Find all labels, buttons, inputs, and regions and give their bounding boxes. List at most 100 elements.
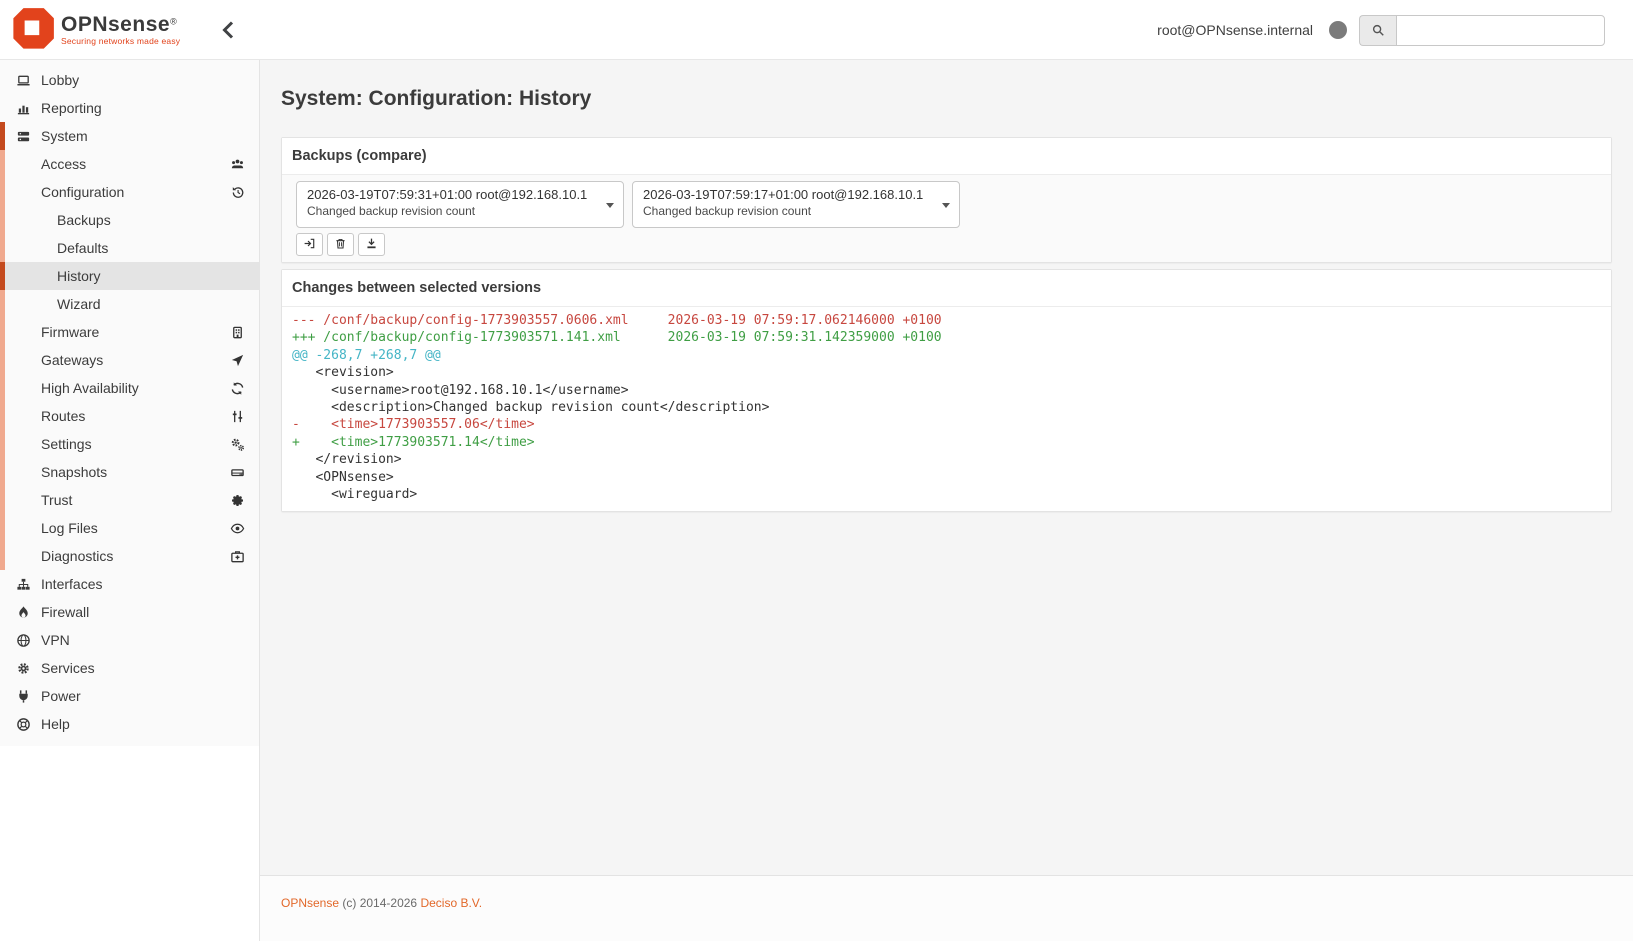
diff-line: + <time>1773903571.14</time>	[292, 434, 1601, 451]
deciso-footer-link[interactable]: Deciso B.V.	[420, 896, 482, 910]
sidebar-item-label: History	[57, 268, 101, 284]
users-icon	[230, 157, 245, 172]
gear-icon	[14, 661, 32, 676]
backup-a-timestamp: 2026-03-19T07:59:31+01:00 root@192.168.1…	[307, 187, 599, 202]
top-header: OPNsense® Securing networks made easy ro…	[0, 0, 1633, 60]
sidebar-item-reporting[interactable]: Reporting	[0, 94, 259, 122]
backup-b-timestamp: 2026-03-19T07:59:17+01:00 root@192.168.1…	[643, 187, 935, 202]
opnsense-logo-icon	[10, 7, 55, 52]
diff-line: <description>Changed backup revision cou…	[292, 399, 1601, 416]
brand-name: OPNsense	[61, 13, 170, 36]
sidebar-item-label: Diagnostics	[41, 548, 113, 564]
plug-icon	[14, 689, 32, 704]
sidebar-item-label: Firmware	[41, 324, 99, 340]
refresh-icon	[230, 381, 245, 396]
globe-icon	[14, 633, 32, 648]
diff-output: --- /conf/backup/config-1773903557.0606.…	[282, 307, 1611, 511]
opnsense-footer-link[interactable]: OPNsense	[281, 896, 339, 910]
sidebar-item-lobby[interactable]: Lobby	[0, 66, 259, 94]
search-box	[1359, 15, 1605, 46]
copyright-text: (c) 2014-2026	[342, 896, 417, 910]
sidebar-item-label: System	[41, 128, 88, 144]
sidebar-item-trust[interactable]: Trust	[0, 486, 259, 514]
registered-mark: ®	[170, 16, 177, 26]
search-input[interactable]	[1396, 15, 1605, 46]
backup-b-description: Changed backup revision count	[643, 204, 935, 218]
laptop-icon	[14, 73, 32, 88]
certificate-icon	[230, 493, 245, 508]
server-icon	[14, 129, 32, 144]
sidebar-item-high-availability[interactable]: High Availability	[0, 374, 259, 402]
sidebar-item-wizard[interactable]: Wizard	[0, 290, 259, 318]
chevron-down-icon	[606, 203, 614, 208]
download-backup-button[interactable]	[358, 233, 385, 256]
status-dot-icon[interactable]	[1329, 21, 1347, 39]
diff-line: <username>root@192.168.10.1</username>	[292, 382, 1601, 399]
sidebar-item-diagnostics[interactable]: Diagnostics	[0, 542, 259, 570]
chart-icon	[14, 101, 32, 116]
medkit-icon	[230, 549, 245, 564]
sidebar-item-gateways[interactable]: Gateways	[0, 346, 259, 374]
sidebar-item-label: Defaults	[57, 240, 108, 256]
backup-select-b[interactable]: 2026-03-19T07:59:17+01:00 root@192.168.1…	[632, 181, 960, 228]
page-title: System: Configuration: History	[281, 60, 1612, 137]
sidebar-item-backups[interactable]: Backups	[0, 206, 259, 234]
logged-in-user: root@OPNsense.internal	[1157, 22, 1313, 38]
brand-tagline: Securing networks made easy	[61, 37, 180, 46]
history-icon	[230, 185, 245, 200]
delete-backup-button[interactable]	[327, 233, 354, 256]
sidebar-nav: Lobby Reporting System Access Configurat…	[0, 60, 259, 746]
backups-panel-body: 2026-03-19T07:59:31+01:00 root@192.168.1…	[282, 175, 1611, 262]
diff-line: - <time>1773903557.06</time>	[292, 416, 1601, 433]
sliders-icon	[230, 409, 245, 424]
location-arrow-icon	[230, 353, 245, 368]
diff-line: <OPNsense>	[292, 469, 1601, 486]
sidebar-collapse-icon[interactable]	[217, 18, 241, 42]
sidebar-item-system[interactable]: System	[0, 122, 259, 150]
eye-icon	[230, 521, 245, 536]
sidebar-item-label: Settings	[41, 436, 92, 452]
sidebar-item-snapshots[interactable]: Snapshots	[0, 458, 259, 486]
sidebar-item-log-files[interactable]: Log Files	[0, 514, 259, 542]
sidebar-item-label: Power	[41, 688, 81, 704]
sidebar-item-label: Help	[41, 716, 70, 732]
hdd-icon	[230, 465, 245, 480]
sidebar-item-label: Gateways	[41, 352, 103, 368]
sidebar-item-defaults[interactable]: Defaults	[0, 234, 259, 262]
sidebar-item-label: Firewall	[41, 604, 89, 620]
sidebar-item-label: Snapshots	[41, 464, 107, 480]
brand-text: OPNsense® Securing networks made easy	[61, 14, 180, 46]
sidebar-item-label: Trust	[41, 492, 72, 508]
sidebar-item-interfaces[interactable]: Interfaces	[0, 570, 259, 598]
backups-panel: Backups (compare) 2026-03-19T07:59:31+01…	[281, 137, 1612, 263]
sidebar-item-label: Backups	[57, 212, 111, 228]
sidebar-item-label: Lobby	[41, 72, 79, 88]
sidebar-item-help[interactable]: Help	[0, 710, 259, 738]
sidebar-item-routes[interactable]: Routes	[0, 402, 259, 430]
sidebar-item-vpn[interactable]: VPN	[0, 626, 259, 654]
sidebar-item-power[interactable]: Power	[0, 682, 259, 710]
sitemap-icon	[14, 577, 32, 592]
trash-icon	[334, 237, 347, 253]
changes-panel-title: Changes between selected versions	[282, 270, 1611, 307]
sidebar-item-label: Services	[41, 660, 95, 676]
sidebar-item-label: VPN	[41, 632, 70, 648]
sidebar-item-configuration[interactable]: Configuration	[0, 178, 259, 206]
sidebar-item-firmware[interactable]: Firmware	[0, 318, 259, 346]
sidebar-item-firewall[interactable]: Firewall	[0, 598, 259, 626]
sidebar-item-label: Reporting	[41, 100, 102, 116]
backup-select-a[interactable]: 2026-03-19T07:59:31+01:00 root@192.168.1…	[296, 181, 624, 228]
sidebar-item-access[interactable]: Access	[0, 150, 259, 178]
sidebar-item-label: Access	[41, 156, 86, 172]
brand[interactable]: OPNsense® Securing networks made easy	[0, 7, 215, 52]
fire-icon	[14, 605, 32, 620]
search-icon	[1359, 15, 1396, 46]
sidebar-item-label: Routes	[41, 408, 85, 424]
sidebar-item-label: Log Files	[41, 520, 98, 536]
sidebar-item-label: Interfaces	[41, 576, 102, 592]
gears-icon	[230, 437, 245, 452]
sidebar-item-settings[interactable]: Settings	[0, 430, 259, 458]
sidebar-item-history[interactable]: History	[0, 262, 259, 290]
restore-backup-button[interactable]	[296, 233, 323, 256]
sidebar-item-services[interactable]: Services	[0, 654, 259, 682]
